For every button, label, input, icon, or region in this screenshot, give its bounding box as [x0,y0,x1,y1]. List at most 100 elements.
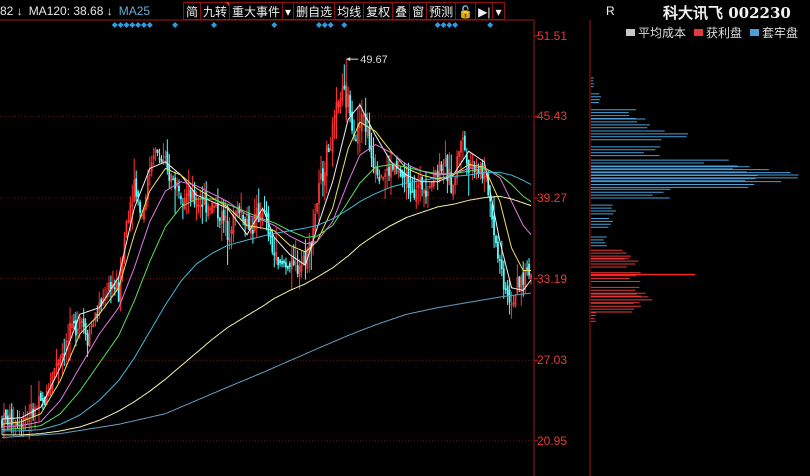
event-marker-icon [123,22,130,28]
price-tick-label: 33.19 [537,271,568,286]
candle-body [73,320,75,324]
candle-body [413,189,416,198]
candle-body [86,333,89,346]
candle-body [41,398,44,401]
candle-body [349,95,352,116]
candle-body [273,252,276,256]
event-marker-icon [327,22,334,28]
candle-body [296,264,299,274]
event-marker-icon [316,22,323,28]
event-marker-icon [146,22,153,28]
candle-body [32,408,35,418]
stock-chart-window: 82 ↓ MA120: 38.68 ↓ MA25 简九转 重大事件 ▾ 删自选 均线 复权叠窗… [0,0,810,476]
candle-body [160,158,163,163]
candle-body [322,168,324,182]
candle-body [139,201,141,213]
candle-body [4,409,7,419]
candle-body [288,263,291,267]
candle-body [518,276,521,288]
event-marker-icon [321,22,328,28]
price-tick-label: 45.43 [537,109,568,124]
event-marker-icon [129,22,136,28]
candle-body [498,259,501,261]
candle-body [425,190,427,197]
candle-body [226,221,229,241]
candle-body [304,251,307,264]
candle-body [39,392,42,401]
candle-body [166,151,169,169]
candle-body [421,176,423,190]
candle-body [283,260,285,264]
price-tick-label: 39.27 [537,191,568,206]
candle-body [285,262,287,268]
candle-body [181,203,184,206]
candle-body [407,170,410,189]
candle-body [376,166,379,176]
price-tick-label: 51.51 [537,28,568,43]
price-tick-label: 27.03 [537,353,568,368]
candle-body [218,217,221,221]
event-marker-icon [434,22,441,28]
candle-body [327,147,330,153]
candle-body [222,209,225,221]
candle-body [522,272,525,285]
peak-price-label: 49.67 [360,54,388,66]
candle-body [277,256,280,266]
candle-body [500,259,503,270]
candle-body [491,204,494,220]
candle-body [178,185,180,192]
candle-body [493,215,495,236]
candle-body [506,285,509,296]
candle-body [465,154,468,164]
candles [1,64,532,440]
event-marker-icon [487,22,494,28]
candle-body [201,204,204,208]
candle-body [248,213,250,230]
candle-body [82,318,85,328]
candle-body [286,265,289,269]
candle-body [526,267,529,270]
candle-body [392,164,394,170]
candle-body [135,178,138,197]
event-marker-icon [140,22,147,28]
candle-body [271,235,274,253]
candle-body [528,263,530,276]
candlestick-chart[interactable]: 49.67 [0,0,810,476]
event-markers [111,22,494,28]
ma-line-ma120 [2,195,532,436]
candle-body [372,157,375,169]
candle-body [242,214,245,221]
price-tick-label: 20.95 [537,433,568,448]
candle-body [378,177,381,182]
candle-body [495,236,497,244]
candle-body [497,241,499,259]
candle-body [409,183,412,195]
event-marker-icon [111,22,118,28]
candle-body [355,139,357,142]
event-marker-icon [271,22,278,28]
candle-body [16,422,19,426]
candle-body [473,165,476,172]
candle-body [481,163,484,179]
candle-body [411,191,414,193]
event-marker-icon [135,22,142,28]
candle-body [216,203,219,219]
event-marker-icon [440,22,447,28]
event-marker-icon [452,22,459,28]
candle-body [113,287,116,290]
chip-distribution [591,77,799,322]
candle-body [168,165,171,181]
ma-line-ma5 [1,103,532,420]
event-marker-icon [117,22,124,28]
candle-body [156,149,159,153]
event-marker-icon [172,22,179,28]
candle-body [388,166,390,176]
candle-body [463,135,466,151]
candle-body [251,230,254,234]
event-marker-icon [210,22,217,28]
candle-body [292,260,295,266]
candle-body [281,261,283,265]
peak-arrow-icon [346,57,351,62]
candle-body [440,164,443,172]
candle-body [189,190,192,202]
